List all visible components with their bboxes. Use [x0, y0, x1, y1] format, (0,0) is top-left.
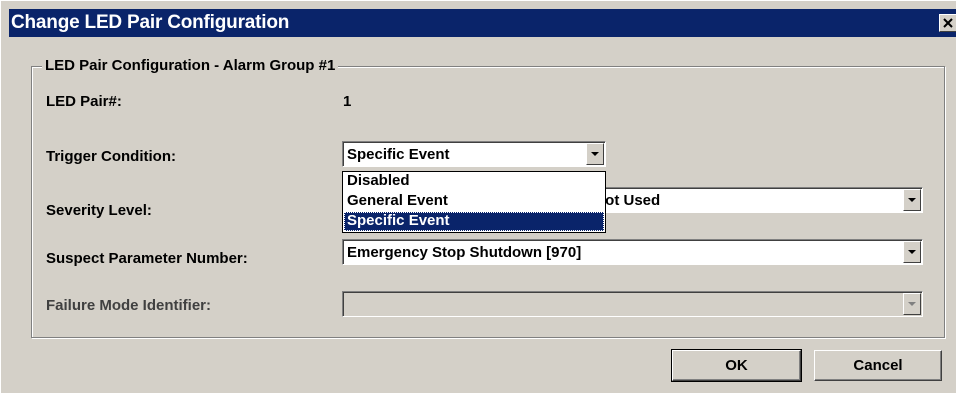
trigger-condition-dropdown-list: Disabled General Event Specific Event: [342, 171, 606, 233]
spn-value: Emergency Stop Shutdown [970]: [347, 244, 582, 261]
spn-select[interactable]: Emergency Stop Shutdown [970]: [342, 239, 923, 265]
group-legend: LED Pair Configuration - Alarm Group #1: [42, 57, 339, 74]
trigger-condition-select[interactable]: Specific Event: [342, 141, 606, 167]
ok-button[interactable]: OK: [671, 349, 802, 382]
trigger-condition-dropdown-button[interactable]: [586, 143, 604, 165]
led-pair-label: LED Pair#:: [46, 93, 122, 110]
dialog-title: Change LED Pair Configuration: [11, 12, 290, 33]
led-pair-value: 1: [343, 93, 352, 110]
trigger-option-disabled[interactable]: Disabled: [344, 172, 604, 191]
close-icon: [943, 18, 953, 28]
chevron-down-icon: [908, 250, 916, 254]
chevron-down-icon: [591, 152, 599, 156]
severity-level-label: Severity Level:: [46, 202, 152, 219]
title-bar[interactable]: Change LED Pair Configuration: [9, 9, 956, 37]
fmi-select: [342, 291, 923, 317]
trigger-option-general-event[interactable]: General Event: [344, 192, 604, 211]
change-led-pair-dialog: Change LED Pair Configuration LED Pair C…: [0, 0, 956, 393]
trigger-condition-value: Specific Event: [347, 146, 450, 163]
spn-dropdown-button[interactable]: [903, 241, 921, 263]
spn-label: Suspect Parameter Number:: [46, 250, 248, 267]
severity-level-dropdown-button[interactable]: [903, 189, 921, 211]
close-button[interactable]: [939, 14, 956, 32]
chevron-down-icon: [908, 302, 916, 306]
cancel-button[interactable]: Cancel: [814, 350, 942, 381]
trigger-condition-label: Trigger Condition:: [46, 148, 176, 165]
chevron-down-icon: [908, 198, 916, 202]
trigger-option-specific-event[interactable]: Specific Event: [344, 212, 604, 231]
severity-level-value: lot Used: [601, 192, 661, 209]
fmi-label: Failure Mode Identifier:: [46, 297, 212, 314]
fmi-dropdown-button: [903, 293, 921, 315]
